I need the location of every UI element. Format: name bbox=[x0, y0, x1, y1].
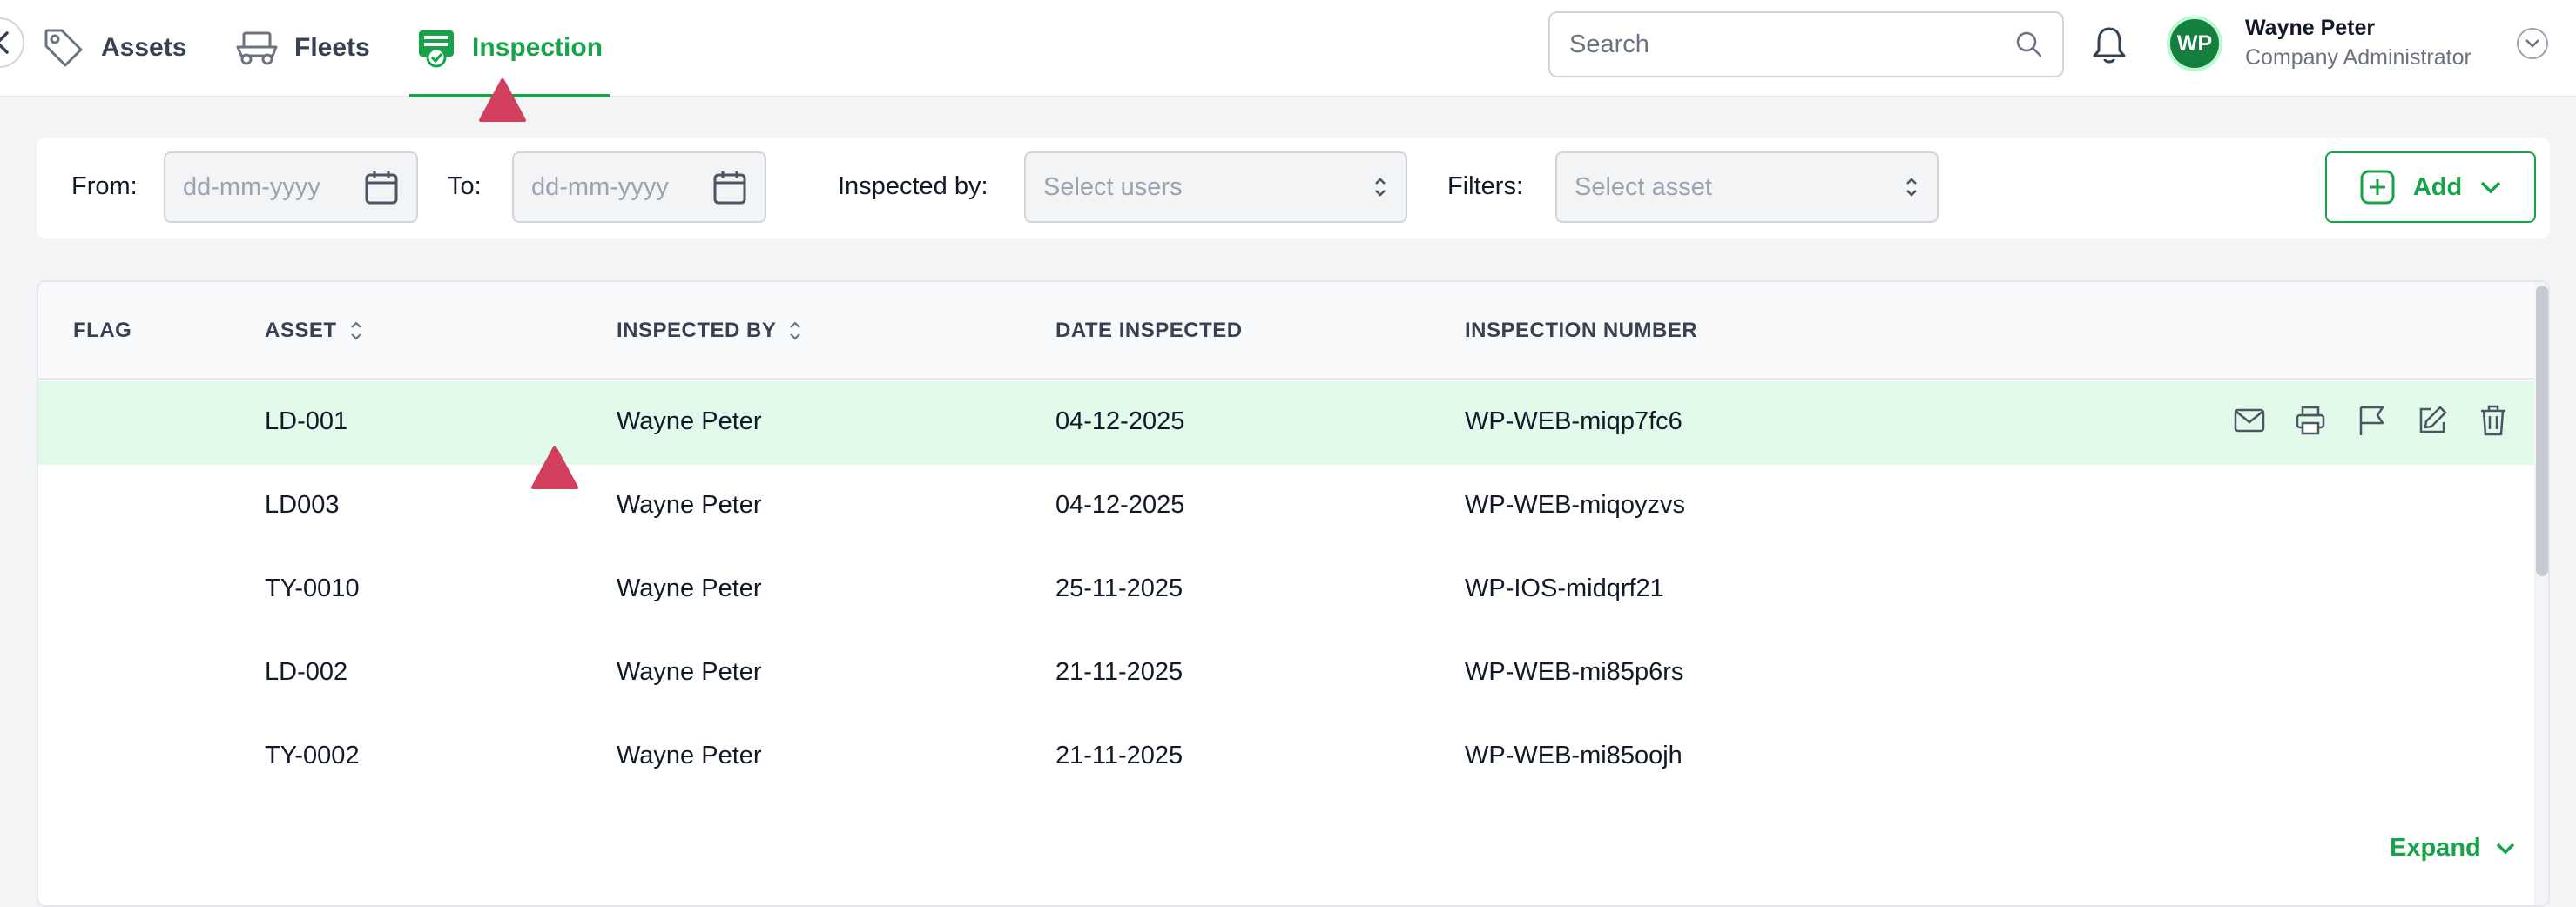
chevron-down-icon bbox=[2480, 181, 2501, 194]
sort-updown-icon bbox=[1906, 178, 1917, 197]
inspections-table: FLAG ASSET INSPECTED BY DATE INSPECTED I… bbox=[37, 280, 2550, 907]
mail-icon[interactable] bbox=[2231, 402, 2268, 439]
printer-icon[interactable] bbox=[2292, 402, 2329, 439]
user-name: Wayne Peter bbox=[2245, 16, 2376, 40]
tab-label: Assets bbox=[101, 33, 187, 62]
scrollbar-thumb[interactable] bbox=[2536, 286, 2548, 576]
inspected-by-placeholder: Select users bbox=[1043, 172, 1183, 201]
table-row[interactable]: TY-0010 Wayne Peter 25-11-2025 WP-IOS-mi… bbox=[38, 548, 2534, 632]
cell-inspection-number: WP-WEB-mi85oojh bbox=[1465, 742, 1682, 769]
trash-icon[interactable] bbox=[2475, 402, 2512, 439]
tab-label: Fleets bbox=[294, 33, 370, 62]
notifications-button[interactable] bbox=[2090, 24, 2128, 71]
flag-icon[interactable] bbox=[2353, 402, 2390, 439]
cell-asset: LD-001 bbox=[265, 407, 348, 435]
from-date-input[interactable]: dd-mm-yyyy bbox=[164, 151, 418, 223]
column-header-asset[interactable]: ASSET bbox=[265, 319, 363, 343]
expand-button[interactable]: Expand bbox=[2390, 834, 2516, 863]
cell-date: 21-11-2025 bbox=[1055, 658, 1183, 686]
cell-inspection-number: WP-WEB-miqoyzvs bbox=[1465, 491, 1685, 519]
add-button-label: Add bbox=[2412, 172, 2463, 201]
sort-icon[interactable] bbox=[349, 319, 363, 342]
calendar-icon[interactable] bbox=[364, 169, 399, 205]
filters-label: Filters: bbox=[1447, 172, 1523, 200]
expand-label: Expand bbox=[2390, 834, 2481, 862]
chevron-down-icon bbox=[2496, 843, 2514, 854]
cell-asset: LD-002 bbox=[265, 658, 348, 686]
cell-date: 25-11-2025 bbox=[1055, 574, 1183, 602]
truck-icon bbox=[236, 31, 278, 65]
tab-assets[interactable]: Assets bbox=[42, 0, 186, 96]
add-button[interactable]: Add bbox=[2325, 151, 2536, 223]
tag-icon bbox=[44, 29, 83, 67]
user-menu-toggle[interactable] bbox=[2517, 28, 2548, 59]
cell-asset: LD003 bbox=[265, 491, 340, 519]
bell-icon bbox=[2093, 27, 2126, 64]
cell-inspection-number: WP-WEB-mi85p6rs bbox=[1465, 658, 1684, 686]
to-label: To: bbox=[448, 172, 482, 200]
avatar[interactable]: WP bbox=[2167, 16, 2222, 71]
tab-label: Inspection bbox=[472, 33, 604, 62]
chevron-down-icon bbox=[2525, 39, 2539, 48]
inspected-by-label: Inspected by: bbox=[838, 172, 988, 200]
back-button[interactable] bbox=[0, 17, 24, 68]
edit-icon[interactable] bbox=[2414, 402, 2451, 439]
cell-date: 04-12-2025 bbox=[1055, 491, 1185, 519]
plus-square-icon bbox=[2360, 170, 2395, 205]
table-row[interactable]: LD003 Wayne Peter 04-12-2025 WP-WEB-miqo… bbox=[38, 465, 2534, 548]
search-box[interactable] bbox=[1548, 11, 2064, 77]
calendar-icon[interactable] bbox=[712, 169, 747, 205]
cell-inspection-number: WP-IOS-midqrf21 bbox=[1465, 574, 1664, 602]
cell-inspected-by: Wayne Peter bbox=[617, 742, 762, 769]
tab-fleets[interactable]: Fleets bbox=[235, 0, 370, 96]
top-navigation-bar: Assets Fleets Inspection Search WP Wayne… bbox=[0, 0, 2576, 97]
sort-updown-icon bbox=[1375, 178, 1386, 197]
asset-filter-placeholder: Select asset bbox=[1575, 172, 1712, 201]
chevron-left-icon bbox=[0, 31, 9, 54]
row-actions bbox=[2231, 402, 2512, 439]
column-header-inspection-number: INSPECTION NUMBER bbox=[1465, 319, 1698, 342]
table-header: FLAG ASSET INSPECTED BY DATE INSPECTED I… bbox=[38, 282, 2534, 380]
cell-asset: TY-0002 bbox=[265, 742, 360, 769]
search-icon[interactable] bbox=[2015, 30, 2043, 58]
cell-inspected-by: Wayne Peter bbox=[617, 658, 762, 686]
table-row[interactable]: TY-0002 Wayne Peter 21-11-2025 WP-WEB-mi… bbox=[38, 716, 2534, 799]
inspected-by-select[interactable]: Select users bbox=[1024, 151, 1407, 223]
cell-inspected-by: Wayne Peter bbox=[617, 407, 762, 435]
cell-inspected-by: Wayne Peter bbox=[617, 574, 762, 602]
search-input[interactable] bbox=[1569, 30, 2015, 59]
pointer-marker-icon bbox=[531, 446, 578, 489]
asset-filter-select[interactable]: Select asset bbox=[1555, 151, 1939, 223]
from-label: From: bbox=[71, 172, 138, 200]
cell-date: 21-11-2025 bbox=[1055, 742, 1183, 769]
to-date-input[interactable]: dd-mm-yyyy bbox=[512, 151, 766, 223]
column-header-date-inspected: DATE INSPECTED bbox=[1055, 319, 1243, 342]
cell-inspected-by: Wayne Peter bbox=[617, 491, 762, 519]
cell-asset: TY-0010 bbox=[265, 574, 360, 602]
column-header-inspected-by[interactable]: INSPECTED BY bbox=[617, 319, 802, 343]
table-row[interactable]: LD-001 Wayne Peter 04-12-2025 WP-WEB-miq… bbox=[38, 381, 2534, 465]
filter-bar: From: dd-mm-yyyy To: dd-mm-yyyy Inspecte… bbox=[37, 138, 2550, 239]
sort-icon[interactable] bbox=[788, 319, 802, 342]
to-date-placeholder: dd-mm-yyyy bbox=[531, 172, 669, 201]
cell-date: 04-12-2025 bbox=[1055, 407, 1185, 435]
from-date-placeholder: dd-mm-yyyy bbox=[183, 172, 320, 201]
cell-inspection-number: WP-WEB-miqp7fc6 bbox=[1465, 407, 1682, 435]
inspection-icon bbox=[419, 30, 454, 68]
user-role: Company Administrator bbox=[2245, 45, 2471, 70]
column-header-flag: FLAG bbox=[73, 319, 132, 342]
pointer-marker-icon bbox=[479, 78, 526, 122]
table-row[interactable]: LD-002 Wayne Peter 21-11-2025 WP-WEB-mi8… bbox=[38, 632, 2534, 716]
